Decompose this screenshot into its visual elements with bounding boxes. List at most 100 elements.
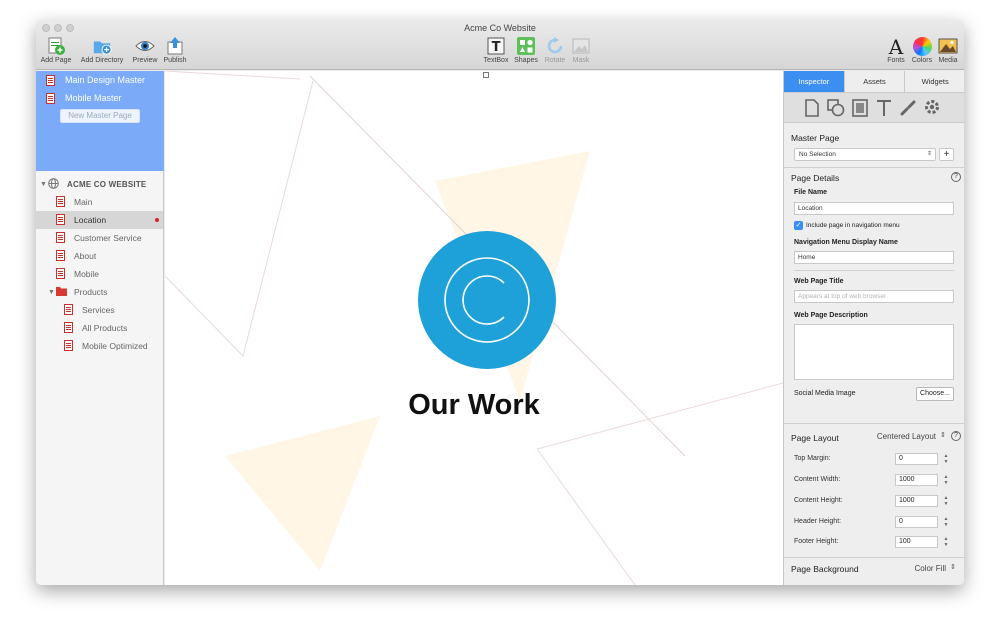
web-page-description-label: Web Page Description xyxy=(794,312,868,319)
content-width-field[interactable]: 1000 xyxy=(895,474,938,486)
tree-folder-products[interactable]: ▼ Products xyxy=(36,283,163,301)
link-inspector-icon[interactable] xyxy=(899,99,917,117)
add-page-icon xyxy=(46,36,66,56)
add-directory-icon xyxy=(92,36,112,56)
media-inspector-icon[interactable] xyxy=(852,99,868,117)
content-height-stepper[interactable]: ▲ ▼ xyxy=(943,495,949,507)
page-inspector-icon[interactable] xyxy=(804,99,820,117)
dropdown-arrows-icon: ⇕ xyxy=(940,432,946,439)
text-inspector-icon[interactable] xyxy=(876,99,892,117)
tree-page-location[interactable]: Location xyxy=(36,211,163,229)
divider xyxy=(784,167,964,168)
disclosure-triangle-icon[interactable]: ▼ xyxy=(48,289,56,296)
master-page-select[interactable]: No Selection ⇕ xyxy=(794,148,936,161)
footer-height-label: Footer Height: xyxy=(794,538,839,545)
tree-page-services[interactable]: Services xyxy=(36,301,163,319)
site-root-item[interactable]: ▼ ACME CO WEBSITE xyxy=(36,175,163,193)
page-details-help-button[interactable]: ? xyxy=(951,172,961,182)
include-nav-checkbox[interactable]: ✓ xyxy=(794,221,803,230)
svg-text:T: T xyxy=(492,40,501,55)
master-item-main-design[interactable]: Main Design Master xyxy=(46,72,145,88)
nav-display-name-field[interactable]: Home xyxy=(794,251,954,264)
inspector-panel: Inspector Assets Widgets Master Page No … xyxy=(783,71,964,585)
inspector-tab-bar: Inspector Assets Widgets xyxy=(784,71,964,93)
file-name-label: File Name xyxy=(794,189,828,196)
header-height-stepper[interactable]: ▲ ▼ xyxy=(943,516,949,528)
copyright-icon xyxy=(444,257,530,343)
globe-icon xyxy=(48,177,59,191)
tree-page-all-products[interactable]: All Products xyxy=(36,319,163,337)
master-item-mobile[interactable]: Mobile Master xyxy=(46,90,122,106)
tree-page-customer-service[interactable]: Customer Service xyxy=(36,229,163,247)
page-canvas[interactable]: Our Work xyxy=(165,71,783,585)
shape-inspector-icon[interactable] xyxy=(827,99,845,117)
media-button[interactable]: Media xyxy=(928,36,964,64)
top-margin-label: Top Margin: xyxy=(794,455,831,462)
page-layout-help-button[interactable]: ? xyxy=(951,431,961,441)
content-width-stepper[interactable]: ▲ ▼ xyxy=(943,474,949,486)
page-icon xyxy=(56,231,65,245)
site-sidebar: Main Design Master Mobile Master New Mas… xyxy=(36,71,164,585)
page-icon xyxy=(64,339,73,353)
mask-button[interactable]: Mask xyxy=(561,36,601,64)
page-heading[interactable]: Our Work xyxy=(165,389,783,422)
mask-icon xyxy=(571,36,591,56)
tab-inspector[interactable]: Inspector xyxy=(784,71,844,92)
master-page-icon xyxy=(46,74,55,86)
select-arrows-icon: ⇕ xyxy=(926,151,932,157)
web-page-title-label: Web Page Title xyxy=(794,278,844,285)
copyright-logo-circle[interactable] xyxy=(418,231,556,369)
tree-page-about[interactable]: About xyxy=(36,247,163,265)
tree-page-mobile-optimized[interactable]: Mobile Optimized xyxy=(36,337,163,355)
top-margin-stepper[interactable]: ▲ ▼ xyxy=(943,453,949,465)
textbox-icon: T xyxy=(486,36,506,56)
folder-icon xyxy=(56,286,67,298)
master-page-icon xyxy=(46,92,55,104)
page-icon xyxy=(64,303,73,317)
master-page-section-title: Master Page xyxy=(791,133,840,143)
content-height-label: Content Height: xyxy=(794,497,843,504)
background-mode-dropdown[interactable]: Color Fill xyxy=(914,564,946,573)
layout-mode-dropdown[interactable]: Centered Layout xyxy=(877,432,936,441)
tree-page-main[interactable]: Main xyxy=(36,193,163,211)
add-directory-button[interactable]: Add Directory xyxy=(81,36,123,64)
tab-widgets[interactable]: Widgets xyxy=(904,71,964,92)
media-icon xyxy=(938,36,958,56)
header-height-field[interactable]: 0 xyxy=(895,516,938,528)
include-nav-label: Include page in navigation menu xyxy=(806,222,900,229)
master-pages-panel: Main Design Master Mobile Master New Mas… xyxy=(36,71,164,171)
page-icon xyxy=(56,195,65,209)
page-icon xyxy=(56,213,65,227)
footer-height-field[interactable]: 100 xyxy=(895,536,938,548)
shapes-icon xyxy=(516,36,536,56)
divider xyxy=(784,557,964,558)
page-layout-section-title: Page Layout xyxy=(791,433,839,443)
tab-assets[interactable]: Assets xyxy=(843,71,905,92)
add-master-button[interactable]: + xyxy=(939,148,954,161)
page-details-section-title: Page Details xyxy=(791,173,840,183)
top-margin-field[interactable]: 0 xyxy=(895,453,938,465)
tree-page-mobile[interactable]: Mobile xyxy=(36,265,163,283)
window-title: Acme Co Website xyxy=(464,23,536,33)
selection-handle[interactable] xyxy=(483,72,489,78)
divider xyxy=(784,423,964,424)
preview-eye-icon xyxy=(135,36,155,56)
web-page-title-field[interactable]: Appears at top of web browser xyxy=(794,290,954,303)
web-page-description-field[interactable] xyxy=(794,324,954,380)
file-name-field[interactable]: Location xyxy=(794,202,954,215)
disclosure-triangle-icon[interactable]: ▼ xyxy=(40,181,48,188)
content-height-field[interactable]: 1000 xyxy=(895,495,938,507)
app-window: Acme Co Website Add Page Add Directory P… xyxy=(36,20,964,585)
settings-gear-icon[interactable] xyxy=(923,98,941,116)
new-master-page-button[interactable]: New Master Page xyxy=(60,109,140,123)
toolbar: Acme Co Website Add Page Add Directory P… xyxy=(36,20,964,70)
content-width-label: Content Width: xyxy=(794,476,841,483)
add-page-button[interactable]: Add Page xyxy=(36,36,76,64)
choose-social-image-button[interactable]: Choose... xyxy=(916,387,954,401)
footer-height-stepper[interactable]: ▲ ▼ xyxy=(943,536,949,548)
publish-button[interactable]: Publish xyxy=(155,36,195,64)
dropdown-arrows-icon: ⇕ xyxy=(950,564,956,571)
header-height-label: Header Height: xyxy=(794,518,842,525)
page-background-section-title: Page Background xyxy=(791,564,859,574)
page-icon xyxy=(56,249,65,263)
